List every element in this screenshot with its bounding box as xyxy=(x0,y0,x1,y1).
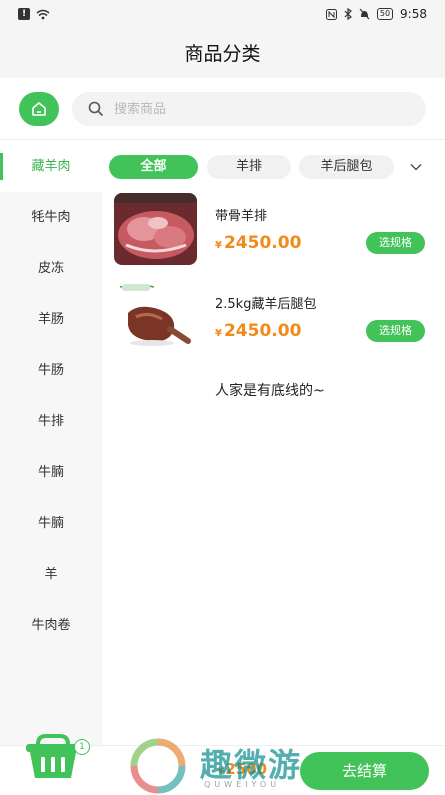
chevron-down-icon xyxy=(410,164,422,171)
product-price: ¥2450.00 xyxy=(215,321,301,341)
sidebar-item-brisket-2[interactable]: 牛腩 xyxy=(0,498,102,549)
expand-tabs-button[interactable] xyxy=(404,157,428,177)
cart-count-badge: 1 xyxy=(74,739,90,755)
search-bar[interactable] xyxy=(72,92,426,126)
product-price: ¥2450.00 xyxy=(215,233,301,253)
lamb-ribs-photo xyxy=(114,193,197,265)
status-right: 50 9:58 xyxy=(325,7,427,21)
category-sidebar: 藏羊肉 牦牛肉 皮冻 羊肠 牛肠 牛排 牛腩 牛腩 羊 牛肉卷 xyxy=(0,141,102,745)
price-value: 2450.00 xyxy=(223,233,302,253)
status-bar: ! 50 9:58 xyxy=(0,0,445,30)
select-spec-button[interactable]: 选规格 xyxy=(366,320,425,342)
sidebar-item-partial[interactable] xyxy=(0,668,102,684)
product-card[interactable]: 带骨羊排 ¥2450.00 选规格 xyxy=(108,193,445,273)
list-end-note: 人家是有底线的~ xyxy=(215,383,325,399)
wifi-icon xyxy=(36,9,50,19)
search-icon xyxy=(88,101,104,117)
currency-symbol: ¥ xyxy=(215,328,222,339)
sidebar-item-zang-lamb[interactable]: 藏羊肉 xyxy=(0,141,102,192)
home-button[interactable] xyxy=(19,92,59,126)
currency-symbol: ¥ xyxy=(215,240,222,251)
sidebar-item-beef-roll[interactable]: 牛肉卷 xyxy=(0,600,102,651)
search-input[interactable] xyxy=(114,101,394,117)
watermark-subtext: QUWEIYOU xyxy=(204,780,281,789)
select-spec-button[interactable]: 选规格 xyxy=(366,232,425,254)
page-title: 商品分类 xyxy=(0,30,445,78)
clock: 9:58 xyxy=(400,7,427,21)
tab-lamb-ribs[interactable]: 羊排 xyxy=(207,155,291,179)
watermark: 趣微游 QUWEIYOU xyxy=(130,738,320,794)
subcategory-tabs: 全部 羊排 羊后腿包 xyxy=(108,155,445,181)
hind-leg-photo xyxy=(114,281,197,353)
sidebar-item-brisket[interactable]: 牛腩 xyxy=(0,447,102,498)
mute-bell-icon xyxy=(359,8,370,20)
sidebar-item-lamb[interactable]: 羊 xyxy=(0,549,102,600)
sidebar-item-aspic[interactable]: 皮冻 xyxy=(0,243,102,294)
cart-basket-icon xyxy=(26,734,80,778)
price-value: 2450.00 xyxy=(223,321,302,341)
status-left: ! xyxy=(18,8,50,20)
product-image xyxy=(114,193,197,265)
battery-icon: 50 xyxy=(376,8,394,20)
product-card[interactable]: 2.5kg藏羊后腿包 ¥2450.00 选规格 xyxy=(108,281,445,361)
alert-icon: ! xyxy=(18,8,30,20)
sidebar-item-lamb-intestine[interactable]: 羊肠 xyxy=(0,294,102,345)
product-image xyxy=(114,281,197,353)
tab-all[interactable]: 全部 xyxy=(109,155,198,179)
sidebar-item-beef-intestine[interactable]: 牛肠 xyxy=(0,345,102,396)
product-name: 带骨羊排 xyxy=(215,209,268,224)
watermark-logo-icon xyxy=(130,738,186,794)
nfc-icon xyxy=(325,8,337,20)
tab-hind-leg[interactable]: 羊后腿包 xyxy=(299,155,394,179)
sidebar-item-steak[interactable]: 牛排 xyxy=(0,396,102,447)
search-row xyxy=(0,78,445,140)
sidebar-item-yak-beef[interactable]: 牦牛肉 xyxy=(0,192,102,243)
cart-button[interactable] xyxy=(24,732,82,782)
product-name: 2.5kg藏羊后腿包 xyxy=(215,297,317,312)
home-icon xyxy=(32,102,46,116)
bluetooth-icon xyxy=(344,8,352,20)
